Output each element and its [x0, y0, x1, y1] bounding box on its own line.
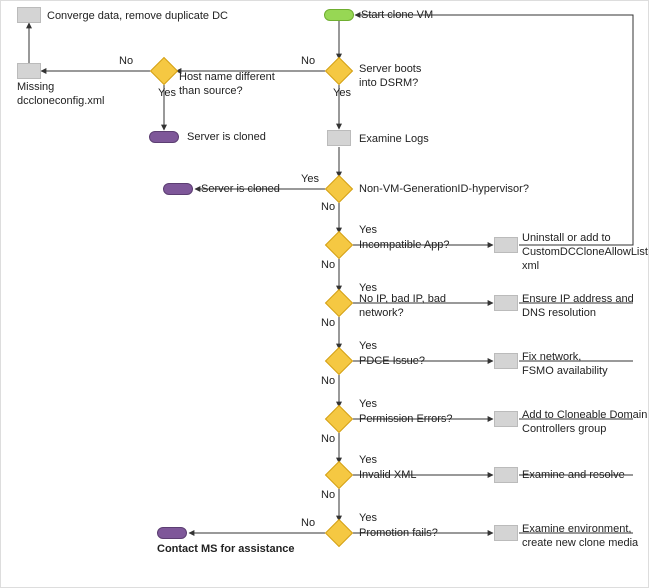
- decision-dsrm-label: Server boots into DSRM?: [359, 63, 421, 91]
- process-examine-logs: [327, 130, 351, 146]
- process-fix-ip-label: Ensure IP address and DNS resolution: [522, 293, 634, 321]
- process-examine-resolve: [494, 467, 518, 483]
- decision-promotion-fails: [325, 519, 353, 547]
- decision-invalid-xml-label: Invalid XML: [359, 469, 416, 483]
- end-contact-ms: [157, 527, 187, 539]
- edge-promo-no: No: [301, 517, 315, 529]
- process-add-cloneable: [494, 411, 518, 427]
- edge-pdce-no: No: [321, 375, 335, 387]
- decision-genid-label: Non-VM-GenerationID-hypervisor?: [359, 183, 529, 197]
- decision-promotion-fails-label: Promotion fails?: [359, 527, 438, 541]
- flowchart-canvas: Start clone VM Server boots into DSRM? Y…: [0, 0, 649, 588]
- process-converge-label: Converge data, remove duplicate DC: [47, 10, 228, 24]
- edge-perm-yes: Yes: [359, 398, 377, 410]
- process-missing-config-label: Missing dccloneconfig.xml: [17, 81, 104, 109]
- process-add-cloneable-label: Add to Cloneable Domain Controllers grou…: [522, 409, 647, 437]
- process-examine-logs-label: Examine Logs: [359, 133, 429, 147]
- process-examine-env: [494, 525, 518, 541]
- end-contact-ms-label: Contact MS for assistance: [157, 543, 295, 557]
- edge-pdce-yes: Yes: [359, 340, 377, 352]
- decision-hostname-label: Host name different than source?: [179, 71, 275, 99]
- decision-invalid-xml: [325, 461, 353, 489]
- end-cloned-1: [149, 131, 179, 143]
- end-cloned-2: [163, 183, 193, 195]
- edge-xml-no: No: [321, 489, 335, 501]
- decision-hostname: [150, 57, 178, 85]
- end-cloned-1-label: Server is cloned: [187, 131, 266, 145]
- edge-xml-yes: Yes: [359, 454, 377, 466]
- edge-genid-yes: Yes: [301, 173, 319, 185]
- decision-pdce-label: PDCE Issue?: [359, 355, 425, 369]
- decision-ip-label: No IP, bad IP, bad network?: [359, 293, 446, 321]
- edge-dsrm-yes: Yes: [333, 87, 351, 99]
- decision-pdce: [325, 347, 353, 375]
- edge-host-yes: Yes: [158, 87, 176, 99]
- edge-ip-yes: Yes: [359, 282, 377, 294]
- decision-dsrm: [325, 57, 353, 85]
- edge-dsrm-no: No: [301, 55, 315, 67]
- process-uninstall-app-label: Uninstall or add to CustomDCCloneAllowLi…: [522, 232, 649, 273]
- start-label: Start clone VM: [361, 9, 433, 23]
- edge-perm-no: No: [321, 433, 335, 445]
- process-fix-pdce-label: Fix network, FSMO availability: [522, 351, 608, 379]
- decision-permission-label: Permission Errors?: [359, 413, 453, 427]
- edge-app-yes: Yes: [359, 224, 377, 236]
- edge-host-no: No: [119, 55, 133, 67]
- end-cloned-2-label: Server is cloned: [201, 183, 280, 197]
- decision-permission: [325, 405, 353, 433]
- decision-incompatible-app: [325, 231, 353, 259]
- process-fix-pdce: [494, 353, 518, 369]
- edge-ip-no: No: [321, 317, 335, 329]
- process-fix-ip: [494, 295, 518, 311]
- decision-genid: [325, 175, 353, 203]
- edge-promo-yes: Yes: [359, 512, 377, 524]
- process-uninstall-app: [494, 237, 518, 253]
- edge-genid-no: No: [321, 201, 335, 213]
- process-examine-env-label: Examine environment, create new clone me…: [522, 523, 638, 551]
- decision-incompatible-app-label: Incompatible App?: [359, 239, 450, 253]
- edge-app-no: No: [321, 259, 335, 271]
- decision-ip: [325, 289, 353, 317]
- process-converge: [17, 7, 41, 23]
- process-examine-resolve-label: Examine and resolve: [522, 469, 625, 483]
- process-missing-config: [17, 63, 41, 79]
- start-node: [324, 9, 354, 21]
